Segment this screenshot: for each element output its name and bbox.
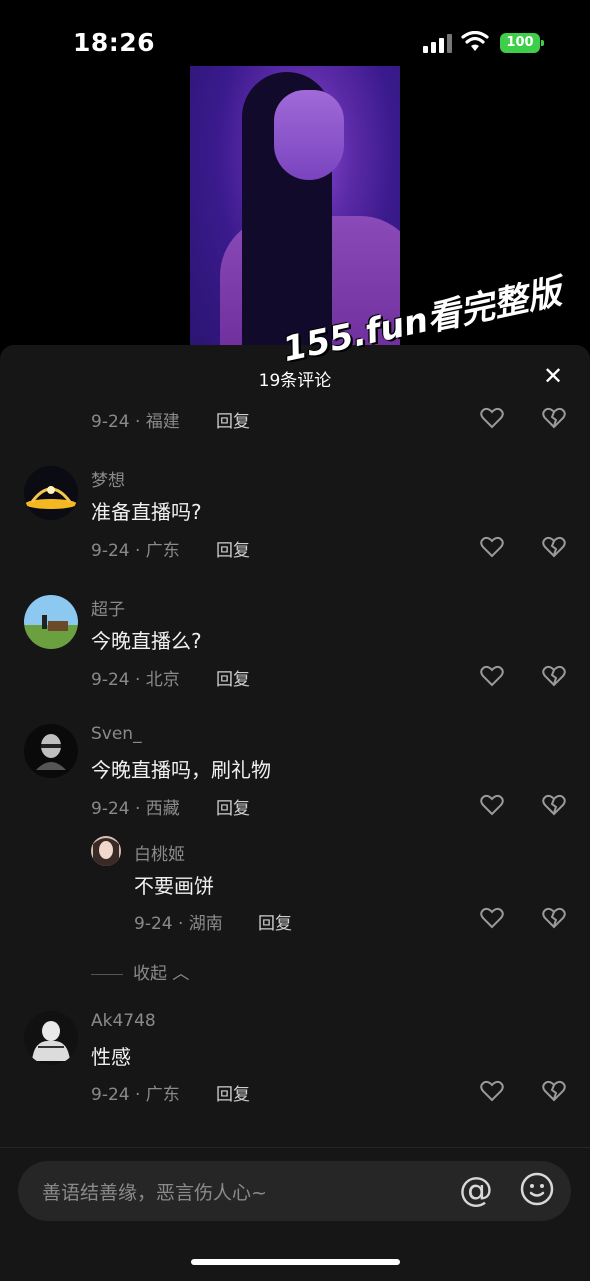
reply-button[interactable]: 回复 — [216, 407, 250, 432]
comment-meta: 9-24 · 湖南 — [134, 914, 223, 934]
avatar[interactable] — [24, 466, 78, 520]
comment-meta: 9-24 · 广东 — [91, 541, 180, 561]
broken-heart-icon[interactable] — [542, 665, 566, 687]
avatar[interactable] — [24, 595, 78, 649]
collapse-label: 收起 — [133, 964, 167, 984]
comment-count-title: 19条评论 — [258, 371, 332, 391]
reply-button[interactable]: 回复 — [216, 665, 250, 690]
heart-icon[interactable] — [480, 665, 504, 687]
avatar[interactable] — [24, 1011, 78, 1065]
avatar[interactable] — [91, 836, 121, 866]
comment-text: 性感 — [91, 1045, 131, 1069]
heart-icon[interactable] — [480, 1080, 504, 1102]
avatar[interactable] — [24, 724, 78, 778]
reply-button[interactable]: 回复 — [216, 536, 250, 561]
comment-text: 不要画饼 — [134, 874, 214, 898]
close-icon[interactable]: ✕ — [541, 364, 565, 388]
comment-author[interactable]: Sven_ — [91, 724, 142, 744]
broken-heart-icon[interactable] — [542, 407, 566, 429]
comment-text: 今晚直播么? — [91, 629, 202, 653]
reply-button[interactable]: 回复 — [216, 794, 250, 819]
reply-button[interactable]: 回复 — [216, 1080, 250, 1105]
wifi-icon — [461, 31, 489, 51]
battery-icon: 100 — [500, 33, 544, 53]
comment-author[interactable]: Ak4748 — [91, 1011, 156, 1031]
broken-heart-icon[interactable] — [542, 536, 566, 558]
comment-meta: 9-24 · 北京 — [91, 670, 180, 690]
broken-heart-icon[interactable] — [542, 1080, 566, 1102]
heart-icon[interactable] — [480, 407, 504, 429]
broken-heart-icon[interactable] — [542, 907, 566, 929]
comment-meta: 9-24 · 福建 — [91, 412, 180, 432]
collapse-replies-button[interactable]: 收起 ︿ — [91, 959, 189, 984]
heart-icon[interactable] — [480, 536, 504, 558]
comment-meta: 9-24 · 西藏 — [91, 799, 180, 819]
reply-button[interactable]: 回复 — [258, 909, 292, 934]
comment-input-placeholder: 善语结善缘，恶言伤人心~ — [42, 1182, 267, 1204]
home-indicator[interactable] — [191, 1259, 400, 1265]
comment-text: 准备直播吗? — [91, 500, 202, 524]
comment-author[interactable]: 梦想 — [91, 466, 125, 491]
broken-heart-icon[interactable] — [542, 794, 566, 816]
signal-icon — [423, 33, 453, 53]
heart-icon[interactable] — [480, 794, 504, 816]
comment-meta: 9-24 · 广东 — [91, 1085, 180, 1105]
smiley-icon[interactable] — [520, 1172, 554, 1206]
comment-author[interactable]: 超子 — [91, 595, 125, 620]
chevron-up-icon: ︿ — [172, 964, 190, 984]
status-time: 18:26 — [73, 28, 156, 57]
comment-text: 今晚直播吗，刷礼物 — [91, 758, 271, 782]
heart-icon[interactable] — [480, 907, 504, 929]
comment-author[interactable]: 白桃姬 — [134, 840, 185, 865]
at-icon[interactable]: @ — [459, 1170, 493, 1210]
